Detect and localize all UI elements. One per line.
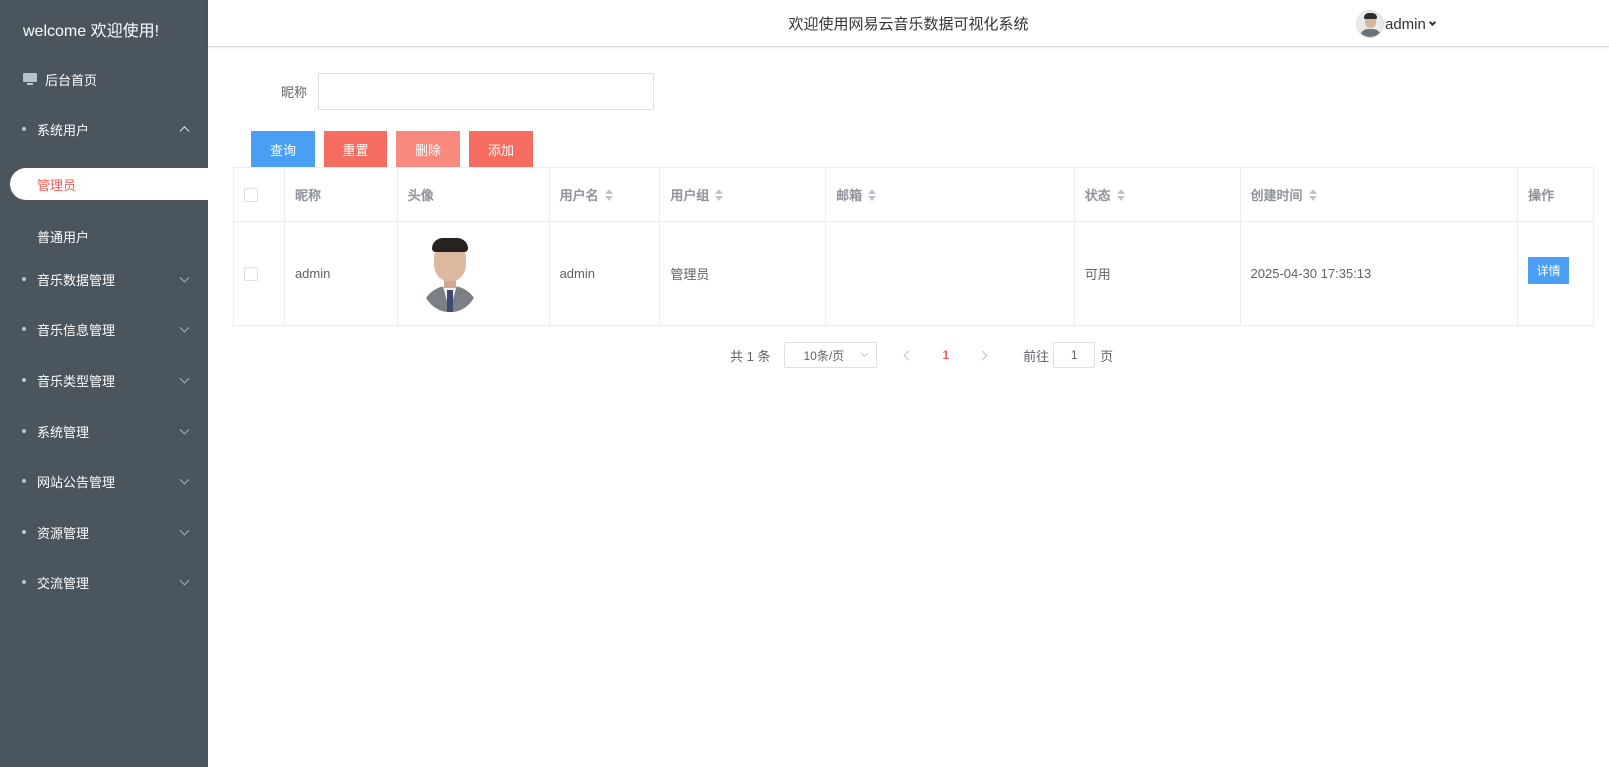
- row-checkbox[interactable]: [244, 266, 258, 281]
- bullet-icon: [22, 530, 26, 534]
- chevron-down-icon: [179, 272, 190, 283]
- sidebar-item-label: 音乐类型管理: [37, 373, 116, 389]
- next-page-icon[interactable]: [977, 350, 988, 360]
- sidebar-item-resources[interactable]: 资源管理: [0, 507, 208, 557]
- sort-icon[interactable]: [715, 188, 724, 201]
- select-all-checkbox[interactable]: [244, 187, 258, 202]
- header-action: 操作: [1528, 188, 1555, 203]
- pagination-total: 共 1 条: [730, 348, 771, 364]
- sidebar-subitem-normal-users[interactable]: 普通用户: [0, 220, 208, 252]
- users-table: 昵称 头像 用户名 用户组 邮箱 状态 创建时间 操作 admin admin …: [233, 167, 1594, 326]
- cell-username: admin: [550, 222, 661, 325]
- goto-label: 前往: [1023, 348, 1050, 364]
- nickname-search-input[interactable]: [318, 73, 654, 110]
- chevron-down-icon: [179, 525, 190, 536]
- header-username[interactable]: 用户名: [550, 168, 661, 221]
- sidebar-item-label: 网站公告管理: [37, 474, 116, 490]
- sidebar-item-label: 音乐信息管理: [37, 322, 116, 338]
- sidebar-item-music-data[interactable]: 音乐数据管理: [0, 254, 208, 304]
- chevron-down-icon: [179, 373, 190, 384]
- sidebar-item-label: 资源管理: [37, 525, 90, 541]
- bullet-icon: [22, 277, 26, 281]
- bullet-icon: [22, 327, 26, 331]
- sidebar-item-label: 系统用户: [37, 122, 90, 138]
- user-name: admin: [1385, 15, 1426, 33]
- query-button[interactable]: 查询: [251, 131, 315, 167]
- sidebar-item-home[interactable]: 后台首页: [0, 54, 208, 104]
- header-email[interactable]: 邮箱: [826, 168, 1075, 221]
- goto-unit: 页: [1100, 348, 1114, 364]
- detail-button[interactable]: 详情: [1528, 257, 1570, 284]
- header-status[interactable]: 状态: [1075, 168, 1241, 221]
- pagination: 共 1 条 10条/页 1 前往 页: [730, 342, 1113, 368]
- cell-nickname: admin: [285, 222, 398, 325]
- header-avatar: 头像: [398, 168, 550, 221]
- sidebar-item-system-users[interactable]: 系统用户: [0, 104, 208, 154]
- chevron-down-icon: [861, 349, 869, 358]
- avatar: [1356, 10, 1384, 38]
- sidebar-item-label: 系统管理: [37, 424, 90, 440]
- sidebar-item-label: 交流管理: [37, 575, 90, 591]
- sort-icon[interactable]: [868, 188, 877, 201]
- sidebar-item-music-info[interactable]: 音乐信息管理: [0, 304, 208, 354]
- monitor-icon: [23, 73, 37, 85]
- sidebar-item-label: 后台首页: [45, 72, 98, 88]
- chevron-down-icon: [179, 424, 190, 435]
- sidebar-subitem-admin[interactable]: 管理员: [10, 168, 208, 200]
- bullet-icon: [22, 479, 26, 483]
- goto-page-input[interactable]: [1053, 342, 1096, 368]
- header-group[interactable]: 用户组: [660, 168, 827, 221]
- user-avatar-photo: [419, 235, 480, 312]
- reset-button[interactable]: 重置: [324, 131, 387, 167]
- page-size-select[interactable]: 10条/页: [784, 342, 878, 368]
- sort-icon[interactable]: [1308, 188, 1317, 201]
- search-label: 昵称: [281, 85, 308, 100]
- table-row: admin admin 管理员 可用 2025-04-30 17:35:13 详…: [234, 222, 1593, 325]
- bullet-icon: [22, 429, 26, 433]
- chevron-down-icon: [179, 575, 190, 586]
- cell-status: 可用: [1075, 222, 1241, 325]
- sidebar-item-exchange[interactable]: 交流管理: [0, 557, 208, 607]
- sort-icon[interactable]: [1116, 188, 1125, 201]
- chevron-down-icon: [179, 322, 190, 333]
- bullet-icon: [22, 127, 26, 131]
- bullet-icon: [22, 580, 26, 584]
- chevron-up-icon: [179, 126, 190, 137]
- delete-button[interactable]: 删除: [396, 131, 460, 167]
- sort-icon[interactable]: [604, 188, 613, 201]
- table-header-row: 昵称 头像 用户名 用户组 邮箱 状态 创建时间 操作: [234, 168, 1593, 222]
- cell-group: 管理员: [660, 222, 827, 325]
- cell-email: [826, 222, 1075, 325]
- sidebar-item-label: 音乐数据管理: [37, 272, 116, 288]
- sidebar-item-announcements[interactable]: 网站公告管理: [0, 456, 208, 506]
- add-button[interactable]: 添加: [469, 131, 533, 167]
- page-number-current[interactable]: 1: [942, 348, 949, 362]
- bullet-icon: [22, 378, 26, 382]
- header-created[interactable]: 创建时间: [1241, 168, 1519, 221]
- top-header: 欢迎使用网易云音乐数据可视化系统 admin: [208, 0, 1609, 47]
- chevron-down-icon: [179, 474, 190, 485]
- chevron-down-icon: [1428, 18, 1436, 26]
- cell-created: 2025-04-30 17:35:13: [1241, 222, 1519, 325]
- header-nickname: 昵称: [285, 168, 398, 221]
- sidebar-item-music-types[interactable]: 音乐类型管理: [0, 355, 208, 405]
- sidebar-item-system[interactable]: 系统管理: [0, 406, 208, 456]
- sidebar: welcome 欢迎使用! 后台首页 系统用户 管理员 普通用户 音乐数据管理 …: [0, 0, 208, 767]
- prev-page-icon[interactable]: [904, 350, 914, 360]
- user-menu[interactable]: admin: [1356, 10, 1436, 38]
